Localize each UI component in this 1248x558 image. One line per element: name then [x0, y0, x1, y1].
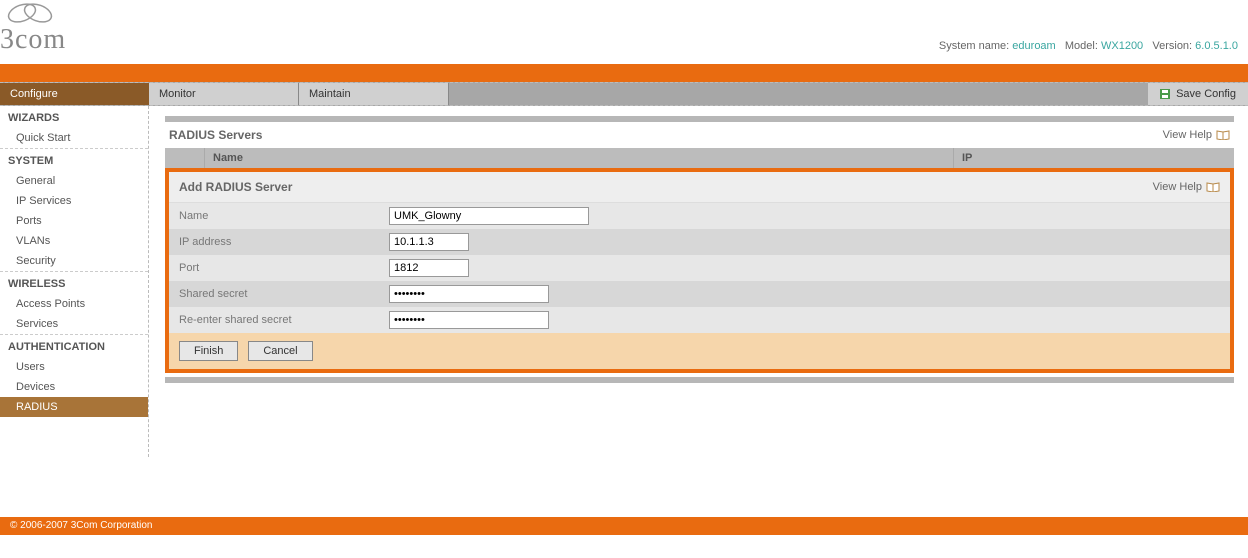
- view-help-label: View Help: [1163, 129, 1212, 141]
- footer: © 2006-2007 3Com Corporation: [0, 517, 1248, 535]
- sidebar-item-radius[interactable]: RADIUS: [0, 397, 148, 417]
- secret-input[interactable]: [389, 285, 549, 303]
- version-label: Version:: [1152, 40, 1192, 52]
- sidebar-item-access-points[interactable]: Access Points: [0, 294, 148, 314]
- sys-name-value: eduroam: [1012, 40, 1055, 52]
- sidebar: WIZARDS Quick Start SYSTEM General IP Se…: [0, 106, 149, 457]
- servers-table-header: Name IP: [165, 148, 1234, 168]
- name-input[interactable]: [389, 207, 589, 225]
- save-config-label: Save Config: [1176, 83, 1236, 105]
- top-thick-bar: [165, 116, 1234, 122]
- main-content: RADIUS Servers View Help Name IP Add RAD…: [149, 106, 1248, 457]
- secret-label: Shared secret: [179, 288, 389, 300]
- col-spacer: [165, 148, 205, 168]
- tab-spacer: [449, 83, 1148, 105]
- floppy-disk-icon: [1160, 89, 1170, 99]
- cancel-button[interactable]: Cancel: [248, 341, 312, 361]
- tab-configure[interactable]: Configure: [0, 83, 149, 105]
- name-label: Name: [179, 210, 389, 222]
- sidebar-group-wireless: WIRELESS: [0, 271, 148, 294]
- form-view-help-link[interactable]: View Help: [1153, 181, 1220, 193]
- save-config-button[interactable]: Save Config: [1148, 83, 1248, 105]
- col-name[interactable]: Name: [205, 148, 954, 168]
- port-input[interactable]: [389, 259, 469, 277]
- version-value: 6.0.5.1.0: [1195, 40, 1238, 52]
- header: 3com System name: eduroam Model: WX1200 …: [0, 0, 1248, 60]
- main-tabs: Configure Monitor Maintain Save Config: [0, 82, 1248, 106]
- sidebar-item-users[interactable]: Users: [0, 357, 148, 377]
- bottom-thick-bar: [165, 377, 1234, 383]
- orange-divider: [0, 64, 1248, 82]
- ip-label: IP address: [179, 236, 389, 248]
- model-label: Model:: [1065, 40, 1098, 52]
- sidebar-group-system: SYSTEM: [0, 148, 148, 171]
- system-info: System name: eduroam Model: WX1200 Versi…: [939, 40, 1238, 56]
- logo-rings-icon: [0, 2, 60, 24]
- sidebar-group-wizards: WIZARDS: [0, 106, 148, 128]
- col-ip[interactable]: IP: [954, 148, 1234, 168]
- sidebar-item-ip-services[interactable]: IP Services: [0, 191, 148, 211]
- sidebar-item-vlans[interactable]: VLANs: [0, 231, 148, 251]
- add-radius-form: Add RADIUS Server View Help Name IP addr…: [165, 168, 1234, 373]
- sidebar-item-services[interactable]: Services: [0, 314, 148, 334]
- sidebar-item-general[interactable]: General: [0, 171, 148, 191]
- sys-name-label: System name:: [939, 40, 1009, 52]
- sidebar-group-authentication: AUTHENTICATION: [0, 334, 148, 357]
- form-view-help-label: View Help: [1153, 181, 1202, 193]
- view-help-link[interactable]: View Help: [1163, 129, 1230, 141]
- logo-text: 3com: [0, 24, 66, 56]
- tab-maintain[interactable]: Maintain: [299, 83, 449, 105]
- sidebar-item-security[interactable]: Security: [0, 251, 148, 271]
- book-icon: [1216, 130, 1230, 140]
- model-value: WX1200: [1101, 40, 1143, 52]
- sidebar-item-ports[interactable]: Ports: [0, 211, 148, 231]
- finish-button[interactable]: Finish: [179, 341, 238, 361]
- secret2-label: Re-enter shared secret: [179, 314, 389, 326]
- form-title: Add RADIUS Server: [179, 180, 292, 194]
- book-icon: [1206, 182, 1220, 192]
- ip-input[interactable]: [389, 233, 469, 251]
- sidebar-item-devices[interactable]: Devices: [0, 377, 148, 397]
- footer-space: [0, 457, 1248, 517]
- page-title: RADIUS Servers: [169, 128, 262, 142]
- logo: 3com: [0, 2, 66, 56]
- secret2-input[interactable]: [389, 311, 549, 329]
- tab-monitor[interactable]: Monitor: [149, 83, 299, 105]
- port-label: Port: [179, 262, 389, 274]
- sidebar-item-quick-start[interactable]: Quick Start: [0, 128, 148, 148]
